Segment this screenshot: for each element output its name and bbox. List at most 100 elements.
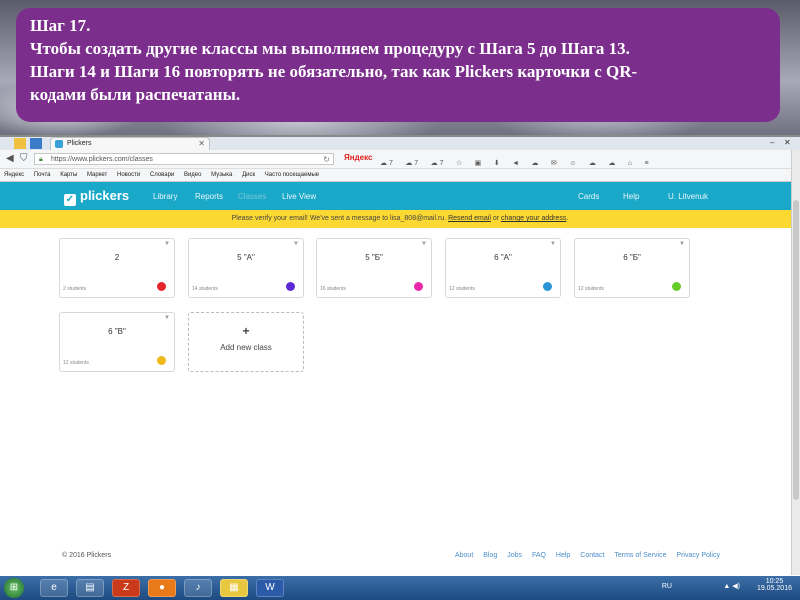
address-bar[interactable]: 🔒︎ https://www.plickers.com/classes ↻ bbox=[34, 153, 334, 165]
bookmark-item[interactable]: Карты bbox=[60, 172, 77, 178]
tray-icons: ▲ ◀) bbox=[723, 582, 740, 590]
home-icon[interactable]: ⌂ bbox=[628, 157, 632, 171]
shield-icon[interactable]: ⛉ bbox=[20, 153, 28, 164]
class-card[interactable]: ▼ 5 "A" 14 students bbox=[188, 238, 304, 298]
chevron-down-icon[interactable]: ▼ bbox=[164, 241, 170, 247]
class-color-dot bbox=[672, 282, 681, 291]
bookmarks-bar: Яндекс Почта Карты Маркет Новости Словар… bbox=[0, 169, 800, 182]
plickers-header: ✓ plickers Library Reports Classes Live V… bbox=[0, 182, 800, 210]
class-name: 5 "A" bbox=[237, 253, 255, 262]
cloud-icon[interactable]: ☁︎ bbox=[531, 157, 538, 171]
volume-icon[interactable]: ◀) bbox=[732, 583, 740, 590]
footer-link-faq[interactable]: FAQ bbox=[532, 552, 546, 559]
language-indicator[interactable]: RU bbox=[662, 583, 672, 590]
star-icon[interactable]: ☆ bbox=[456, 157, 462, 171]
cloud-icon[interactable]: ☁︎ bbox=[589, 157, 596, 171]
scroll-thumb[interactable] bbox=[793, 200, 799, 500]
footer-link-terms[interactable]: Terms of Service bbox=[614, 552, 666, 559]
bookmark-item[interactable]: Словари bbox=[150, 172, 174, 178]
folder-icon[interactable] bbox=[14, 138, 26, 149]
bookmark-item[interactable]: Почта bbox=[34, 172, 51, 178]
menu-icon[interactable]: ≡ bbox=[644, 157, 648, 171]
footer-links: About Blog Jobs FAQ Help Contact Terms o… bbox=[447, 552, 720, 559]
weather-icon[interactable]: ☁︎ 7 bbox=[405, 157, 418, 171]
reload-icon[interactable]: ↻ bbox=[323, 154, 330, 166]
bookmark-item[interactable]: Видео bbox=[184, 172, 202, 178]
class-color-dot bbox=[286, 282, 295, 291]
instruction-line: Шаги 14 и Шаги 16 повторять не обязатель… bbox=[30, 62, 638, 81]
verify-email-banner: Please verify your email! We've sent a m… bbox=[0, 210, 800, 228]
chevron-down-icon[interactable]: ▼ bbox=[550, 241, 556, 247]
start-button[interactable]: ⊞ bbox=[4, 578, 24, 598]
footer-link-privacy[interactable]: Privacy Policy bbox=[676, 552, 720, 559]
chevron-down-icon[interactable]: ▼ bbox=[421, 241, 427, 247]
class-card[interactable]: ▼ 5 "Б" 16 students bbox=[316, 238, 432, 298]
word-icon[interactable]: W bbox=[256, 579, 284, 597]
weather-icon[interactable]: ☁︎ 7 bbox=[380, 157, 393, 171]
smile-icon[interactable]: ☺ bbox=[569, 157, 576, 171]
plickers-logo[interactable]: ✓ plickers bbox=[64, 188, 129, 206]
bookmark-item[interactable]: Часто посещаемые bbox=[265, 172, 319, 178]
browser-titlebar: Plickers ✕ – ✕ bbox=[0, 137, 800, 150]
class-card[interactable]: ▼ 6 "Б" 12 students bbox=[574, 238, 690, 298]
class-name: 6 "A" bbox=[494, 253, 512, 262]
close-icon[interactable]: ✕ bbox=[198, 138, 205, 150]
student-count: 14 students bbox=[192, 286, 218, 292]
nav-live-view[interactable]: Live View bbox=[282, 192, 316, 201]
bookmark-icon[interactable]: ▣ bbox=[475, 157, 482, 171]
footer-link-jobs[interactable]: Jobs bbox=[507, 552, 522, 559]
chevron-down-icon[interactable]: ▼ bbox=[293, 241, 299, 247]
bookmark-item[interactable]: Музыка bbox=[211, 172, 232, 178]
plus-icon: + bbox=[242, 324, 250, 338]
chevron-down-icon[interactable]: ▼ bbox=[164, 315, 170, 321]
class-card[interactable]: ▼ 6 "A" 12 students bbox=[445, 238, 561, 298]
class-name: 6 "В" bbox=[108, 327, 126, 336]
notes-icon[interactable]: ▦ bbox=[220, 579, 248, 597]
class-name: 6 "Б" bbox=[623, 253, 641, 262]
student-count: 12 students bbox=[449, 286, 475, 292]
close-window-icon[interactable]: ✕ bbox=[784, 138, 791, 147]
bookmark-item[interactable]: Маркет bbox=[87, 172, 107, 178]
clock[interactable]: 10:25 19.05.2016 bbox=[757, 578, 792, 592]
class-name: 2 bbox=[114, 253, 120, 262]
footer-link-about[interactable]: About bbox=[455, 552, 473, 559]
app-icon[interactable] bbox=[30, 138, 42, 149]
firefox-icon[interactable]: ● bbox=[148, 579, 176, 597]
chevron-down-icon[interactable]: ▼ bbox=[679, 241, 685, 247]
change-address-link[interactable]: change your address bbox=[501, 215, 566, 222]
nav-library[interactable]: Library bbox=[153, 192, 177, 201]
network-icon[interactable]: ▲ bbox=[723, 583, 730, 590]
weather-icon[interactable]: ☁︎ 7 bbox=[431, 157, 444, 171]
class-card[interactable]: ▼ 2 2 students bbox=[59, 238, 175, 298]
cloud-icon[interactable]: ☁︎ bbox=[608, 157, 615, 171]
vertical-scrollbar[interactable] bbox=[791, 150, 800, 575]
minimize-icon[interactable]: – bbox=[770, 138, 774, 147]
nav-help[interactable]: Help bbox=[623, 192, 639, 201]
mail-icon[interactable]: ✉ bbox=[551, 157, 557, 171]
nav-cards[interactable]: Cards bbox=[578, 192, 599, 201]
instruction-line: Чтобы создать другие классы мы выполняем… bbox=[30, 39, 630, 58]
nav-classes[interactable]: Classes bbox=[238, 192, 266, 201]
filezilla-icon[interactable]: Z bbox=[112, 579, 140, 597]
browser-tab[interactable]: Plickers ✕ bbox=[50, 137, 210, 150]
download-icon[interactable]: ⬇ bbox=[494, 157, 500, 171]
bookmark-item[interactable]: Диск bbox=[242, 172, 255, 178]
footer-link-contact[interactable]: Contact bbox=[580, 552, 604, 559]
footer-link-blog[interactable]: Blog bbox=[483, 552, 497, 559]
folder-icon[interactable]: ▤ bbox=[76, 579, 104, 597]
explorer-icon[interactable]: e bbox=[40, 579, 68, 597]
nav-reports[interactable]: Reports bbox=[195, 192, 223, 201]
speaker-icon[interactable]: ♪ bbox=[184, 579, 212, 597]
back-icon[interactable]: ◀ bbox=[6, 153, 14, 164]
copyright: © 2016 Plickers bbox=[62, 552, 112, 559]
send-icon[interactable]: ◄ bbox=[512, 157, 519, 171]
resend-email-link[interactable]: Resend email bbox=[448, 215, 491, 222]
class-card[interactable]: ▼ 6 "В" 12 students bbox=[59, 312, 175, 372]
user-menu[interactable]: U. Litvenuk bbox=[668, 192, 708, 201]
bookmark-item[interactable]: Яндекс bbox=[4, 172, 24, 178]
bookmark-item[interactable]: Новости bbox=[117, 172, 140, 178]
footer-link-help[interactable]: Help bbox=[556, 552, 570, 559]
classes-grid: ▼ 2 2 students ▼ 5 "A" 14 students ▼ 5 "… bbox=[0, 228, 800, 528]
add-class-button[interactable]: + Add new class bbox=[188, 312, 304, 372]
search-engine-label[interactable]: Яндекс bbox=[344, 153, 372, 162]
